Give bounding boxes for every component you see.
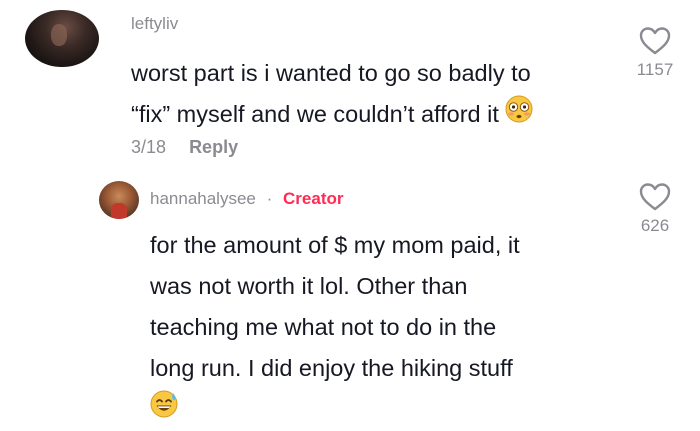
reply-line: [150, 389, 610, 431]
reply-button[interactable]: Reply: [189, 137, 238, 157]
reply-text: for the amount of $ my mom paid, it was …: [150, 225, 610, 431]
grinning-face-with-sweat-emoji-icon: [150, 390, 178, 431]
like-button[interactable]: 1157: [620, 26, 690, 80]
reply-line: was not worth it lol. Other than: [150, 273, 468, 299]
avatar-leftyliv[interactable]: [25, 10, 99, 67]
separator-dot: ·: [266, 189, 273, 208]
comment-text: worst part is i wanted to go so badly to…: [131, 53, 601, 136]
creator-badge: Creator: [283, 189, 344, 208]
comment-line-text: “fix” myself and we couldn’t afford it: [131, 101, 499, 127]
comment-date: 3/18: [131, 137, 167, 157]
like-button[interactable]: 626: [620, 182, 690, 236]
reply-line: long run. I did enjoy the hiking stuff: [150, 355, 513, 381]
heart-outline-icon[interactable]: [638, 182, 672, 212]
like-count: 626: [640, 216, 670, 235]
username-leftyliv[interactable]: leftyliv: [131, 14, 178, 34]
avatar-face: [51, 24, 67, 46]
comment-line: “fix” myself and we couldn’t afford it: [131, 94, 601, 136]
avatar-figure: [111, 203, 127, 219]
reply-line: teaching me what not to do in the: [150, 314, 497, 340]
reply-line: for the amount of $ my mom paid, it: [150, 232, 520, 258]
flushed-face-emoji-icon: [505, 95, 533, 136]
username-hannahalysee[interactable]: hannahalysee: [150, 189, 256, 208]
avatar-hannahalysee[interactable]: [99, 181, 139, 219]
reply-header: hannahalysee · Creator: [150, 189, 343, 209]
like-count: 1157: [636, 60, 674, 79]
heart-outline-icon[interactable]: [638, 26, 672, 56]
comment-line: worst part is i wanted to go so badly to: [131, 60, 531, 86]
comment-meta: 3/18 Reply: [131, 137, 238, 158]
